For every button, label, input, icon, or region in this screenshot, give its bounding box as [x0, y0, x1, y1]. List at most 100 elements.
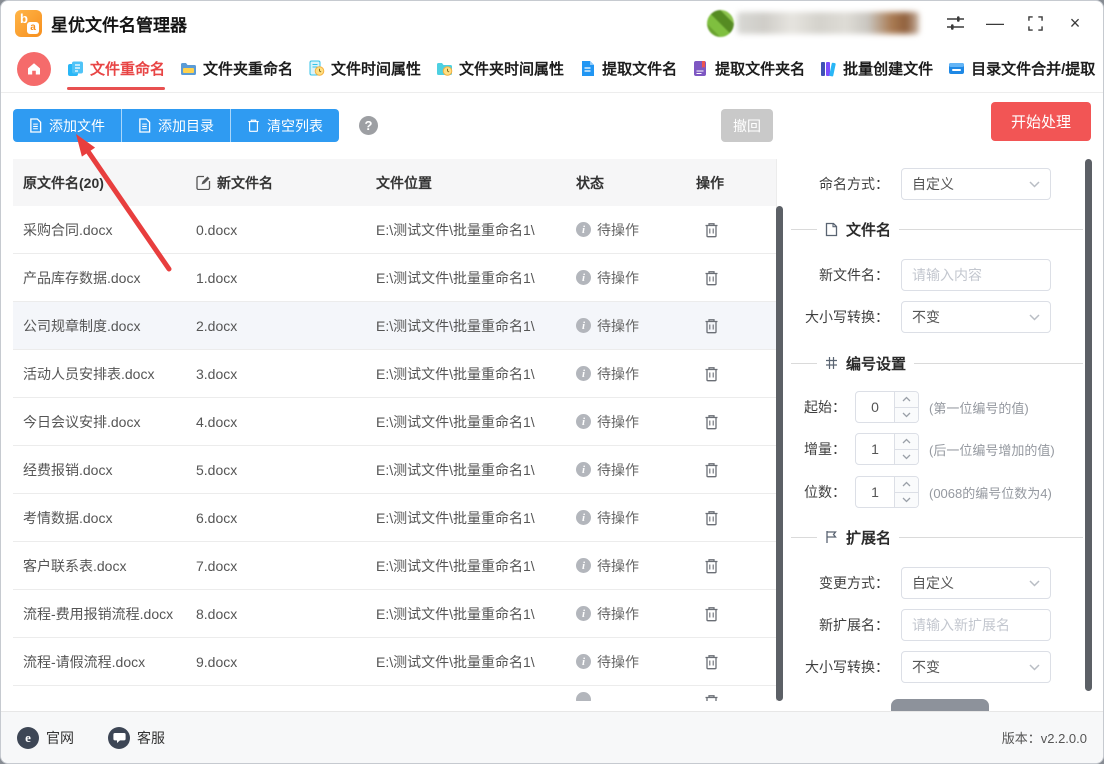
table-row[interactable]: 公司规章制度.docx 2.docx E:\测试文件\批量重命名1\ i 待操作: [13, 302, 776, 350]
file-location: E:\测试文件\批量重命名1\: [376, 365, 535, 382]
original-name: 活动人员安排表.docx: [23, 365, 155, 382]
delete-row-button[interactable]: [702, 460, 721, 480]
delete-row-button[interactable]: [702, 556, 721, 576]
start-number-row: 起始： 0 (第一位编号的值): [791, 391, 1083, 423]
new-name: 3.docx: [196, 365, 238, 382]
naming-mode-row: 命名方式： 自定义: [791, 168, 1083, 200]
increment-stepper[interactable]: 1: [855, 433, 919, 465]
close-button[interactable]: ×: [1061, 9, 1089, 37]
delete-row-button[interactable]: [702, 412, 721, 432]
tab-extract-foldername[interactable]: 提取文件夹名: [692, 45, 805, 93]
tab-label: 目录文件合并/提取: [971, 61, 1096, 78]
start-number-stepper[interactable]: 0: [855, 391, 919, 423]
table-scrollbar[interactable]: [776, 206, 783, 701]
table-row[interactable]: 经费报销.docx 5.docx E:\测试文件\批量重命名1\ i 待操作: [13, 446, 776, 494]
tab-extract-filename[interactable]: 提取文件名: [579, 45, 677, 93]
delete-row-button[interactable]: [702, 692, 721, 701]
original-name: 产品库存数据.docx: [23, 269, 141, 286]
toolbar-button-group: 添加文件 添加目录 清空列表: [13, 109, 339, 142]
trash-icon: [248, 119, 259, 132]
maximize-button[interactable]: [1021, 9, 1049, 37]
naming-mode-select[interactable]: 自定义: [901, 168, 1051, 200]
table-row[interactable]: 今日会议安排.docx 4.docx E:\测试文件\批量重命名1\ i 待操作: [13, 398, 776, 446]
table-row[interactable]: 流程-请假流程.docx 9.docx E:\测试文件\批量重命名1\ i 待操作: [13, 638, 776, 686]
table-row[interactable]: 考情数据.docx 6.docx E:\测试文件\批量重命名1\ i 待操作: [13, 494, 776, 542]
original-name: 采购合同.docx: [23, 221, 113, 238]
stepper-down-icon[interactable]: [895, 492, 918, 507]
status-cell: i 待操作: [566, 364, 686, 384]
delete-row-button[interactable]: [702, 604, 721, 624]
info-icon: i: [576, 270, 591, 285]
official-site-link[interactable]: e 官网: [17, 726, 74, 749]
panel-scrollbar[interactable]: [1085, 159, 1092, 691]
table-row[interactable]: 产品库存数据.docx 1.docx E:\测试文件\批量重命名1\ i 待操作: [13, 254, 776, 302]
help-icon[interactable]: ?: [359, 116, 378, 135]
home-button[interactable]: [17, 51, 51, 86]
case-convert2-select[interactable]: 不变: [901, 651, 1051, 683]
settings-sliders-icon[interactable]: [941, 9, 969, 37]
table-row[interactable]: 采购合同.docx 0.docx E:\测试文件\批量重命名1\ i 待操作: [13, 206, 776, 254]
home-icon: [28, 62, 40, 74]
start-process-button[interactable]: 开始处理: [991, 102, 1091, 141]
tab-label: 提取文件名: [602, 61, 678, 78]
tab-folder-rename[interactable]: 文件夹重命名: [180, 45, 293, 93]
info-icon: i: [576, 462, 591, 477]
trash-icon: [705, 414, 718, 429]
trash-icon: [705, 695, 718, 701]
trash-icon: [705, 222, 718, 237]
add-files-button[interactable]: 添加文件: [13, 109, 121, 142]
digits-stepper[interactable]: 1: [855, 476, 919, 508]
status-cell: i 待操作: [566, 460, 686, 480]
file-location: E:\测试文件\批量重命名1\: [376, 269, 535, 286]
stepper-down-icon[interactable]: [895, 407, 918, 422]
new-name: 4.docx: [196, 413, 238, 430]
new-extension-input[interactable]: [901, 609, 1051, 641]
trash-icon: [705, 366, 718, 381]
tab-label: 文件重命名: [90, 61, 166, 78]
delete-row-button[interactable]: [702, 316, 721, 336]
flag-icon: [826, 531, 837, 543]
info-icon: i: [576, 366, 591, 381]
new-filename-input[interactable]: [901, 259, 1051, 291]
tab-file-time[interactable]: 文件时间属性: [308, 45, 421, 93]
stepper-up-icon[interactable]: [895, 392, 918, 408]
status-cell: i 待操作: [566, 268, 686, 288]
clear-list-button[interactable]: 清空列表: [230, 109, 339, 142]
table-row[interactable]: 流程-费用报销流程.docx 8.docx E:\测试文件\批量重命名1\ i待…: [13, 590, 776, 638]
stepper-up-icon[interactable]: [895, 434, 918, 450]
stepper-up-icon[interactable]: [895, 477, 918, 493]
file-location: E:\测试文件\批量重命名1\: [376, 557, 535, 574]
trash-icon: [705, 318, 718, 333]
toolbar: 添加文件 添加目录 清空列表 ?: [13, 109, 378, 142]
tab-merge-extract[interactable]: 目录文件合并/提取: [948, 45, 1095, 93]
add-folder-button[interactable]: 添加目录: [121, 109, 230, 142]
stepper-down-icon[interactable]: [895, 449, 918, 464]
delete-row-button[interactable]: [702, 508, 721, 528]
tab-file-rename[interactable]: 文件重命名: [67, 45, 166, 93]
undo-button[interactable]: 撤回: [721, 109, 773, 142]
version-text: 版本：v2.2.0.0: [1001, 731, 1087, 746]
table-row[interactable]: 活动人员安排表.docx 3.docx E:\测试文件\批量重命名1\ i 待操作: [13, 350, 776, 398]
minimize-button[interactable]: —: [981, 9, 1009, 37]
original-name: 考情数据.docx: [23, 509, 113, 526]
change-mode-select[interactable]: 自定义: [901, 567, 1051, 599]
folder-icon: [139, 118, 151, 133]
file-icon: [30, 118, 42, 133]
delete-row-button[interactable]: [702, 364, 721, 384]
tab-batch-create[interactable]: 批量创建文件: [820, 45, 933, 93]
tab-label: 文件夹时间属性: [459, 61, 565, 78]
delete-row-button[interactable]: [702, 652, 721, 672]
trash-icon: [705, 270, 718, 285]
original-name: 流程-请假流程.docx: [23, 653, 146, 670]
new-name: 6.docx: [196, 509, 238, 526]
delete-row-button[interactable]: [702, 268, 721, 288]
case-convert-select[interactable]: 不变: [901, 301, 1051, 333]
tab-folder-time[interactable]: 文件夹时间属性: [436, 45, 564, 93]
extract-filename-icon: [579, 60, 596, 77]
delete-row-button[interactable]: [702, 220, 721, 240]
file-location: E:\测试文件\批量重命名1\: [376, 317, 535, 334]
user-account-badge[interactable]: [707, 9, 919, 37]
table-row[interactable]: 客户联系表.docx 7.docx E:\测试文件\批量重命名1\ i 待操作: [13, 542, 776, 590]
increment-row: 增量： 1 (后一位编号增加的值): [791, 433, 1083, 465]
customer-service-link[interactable]: 客服: [108, 726, 165, 749]
